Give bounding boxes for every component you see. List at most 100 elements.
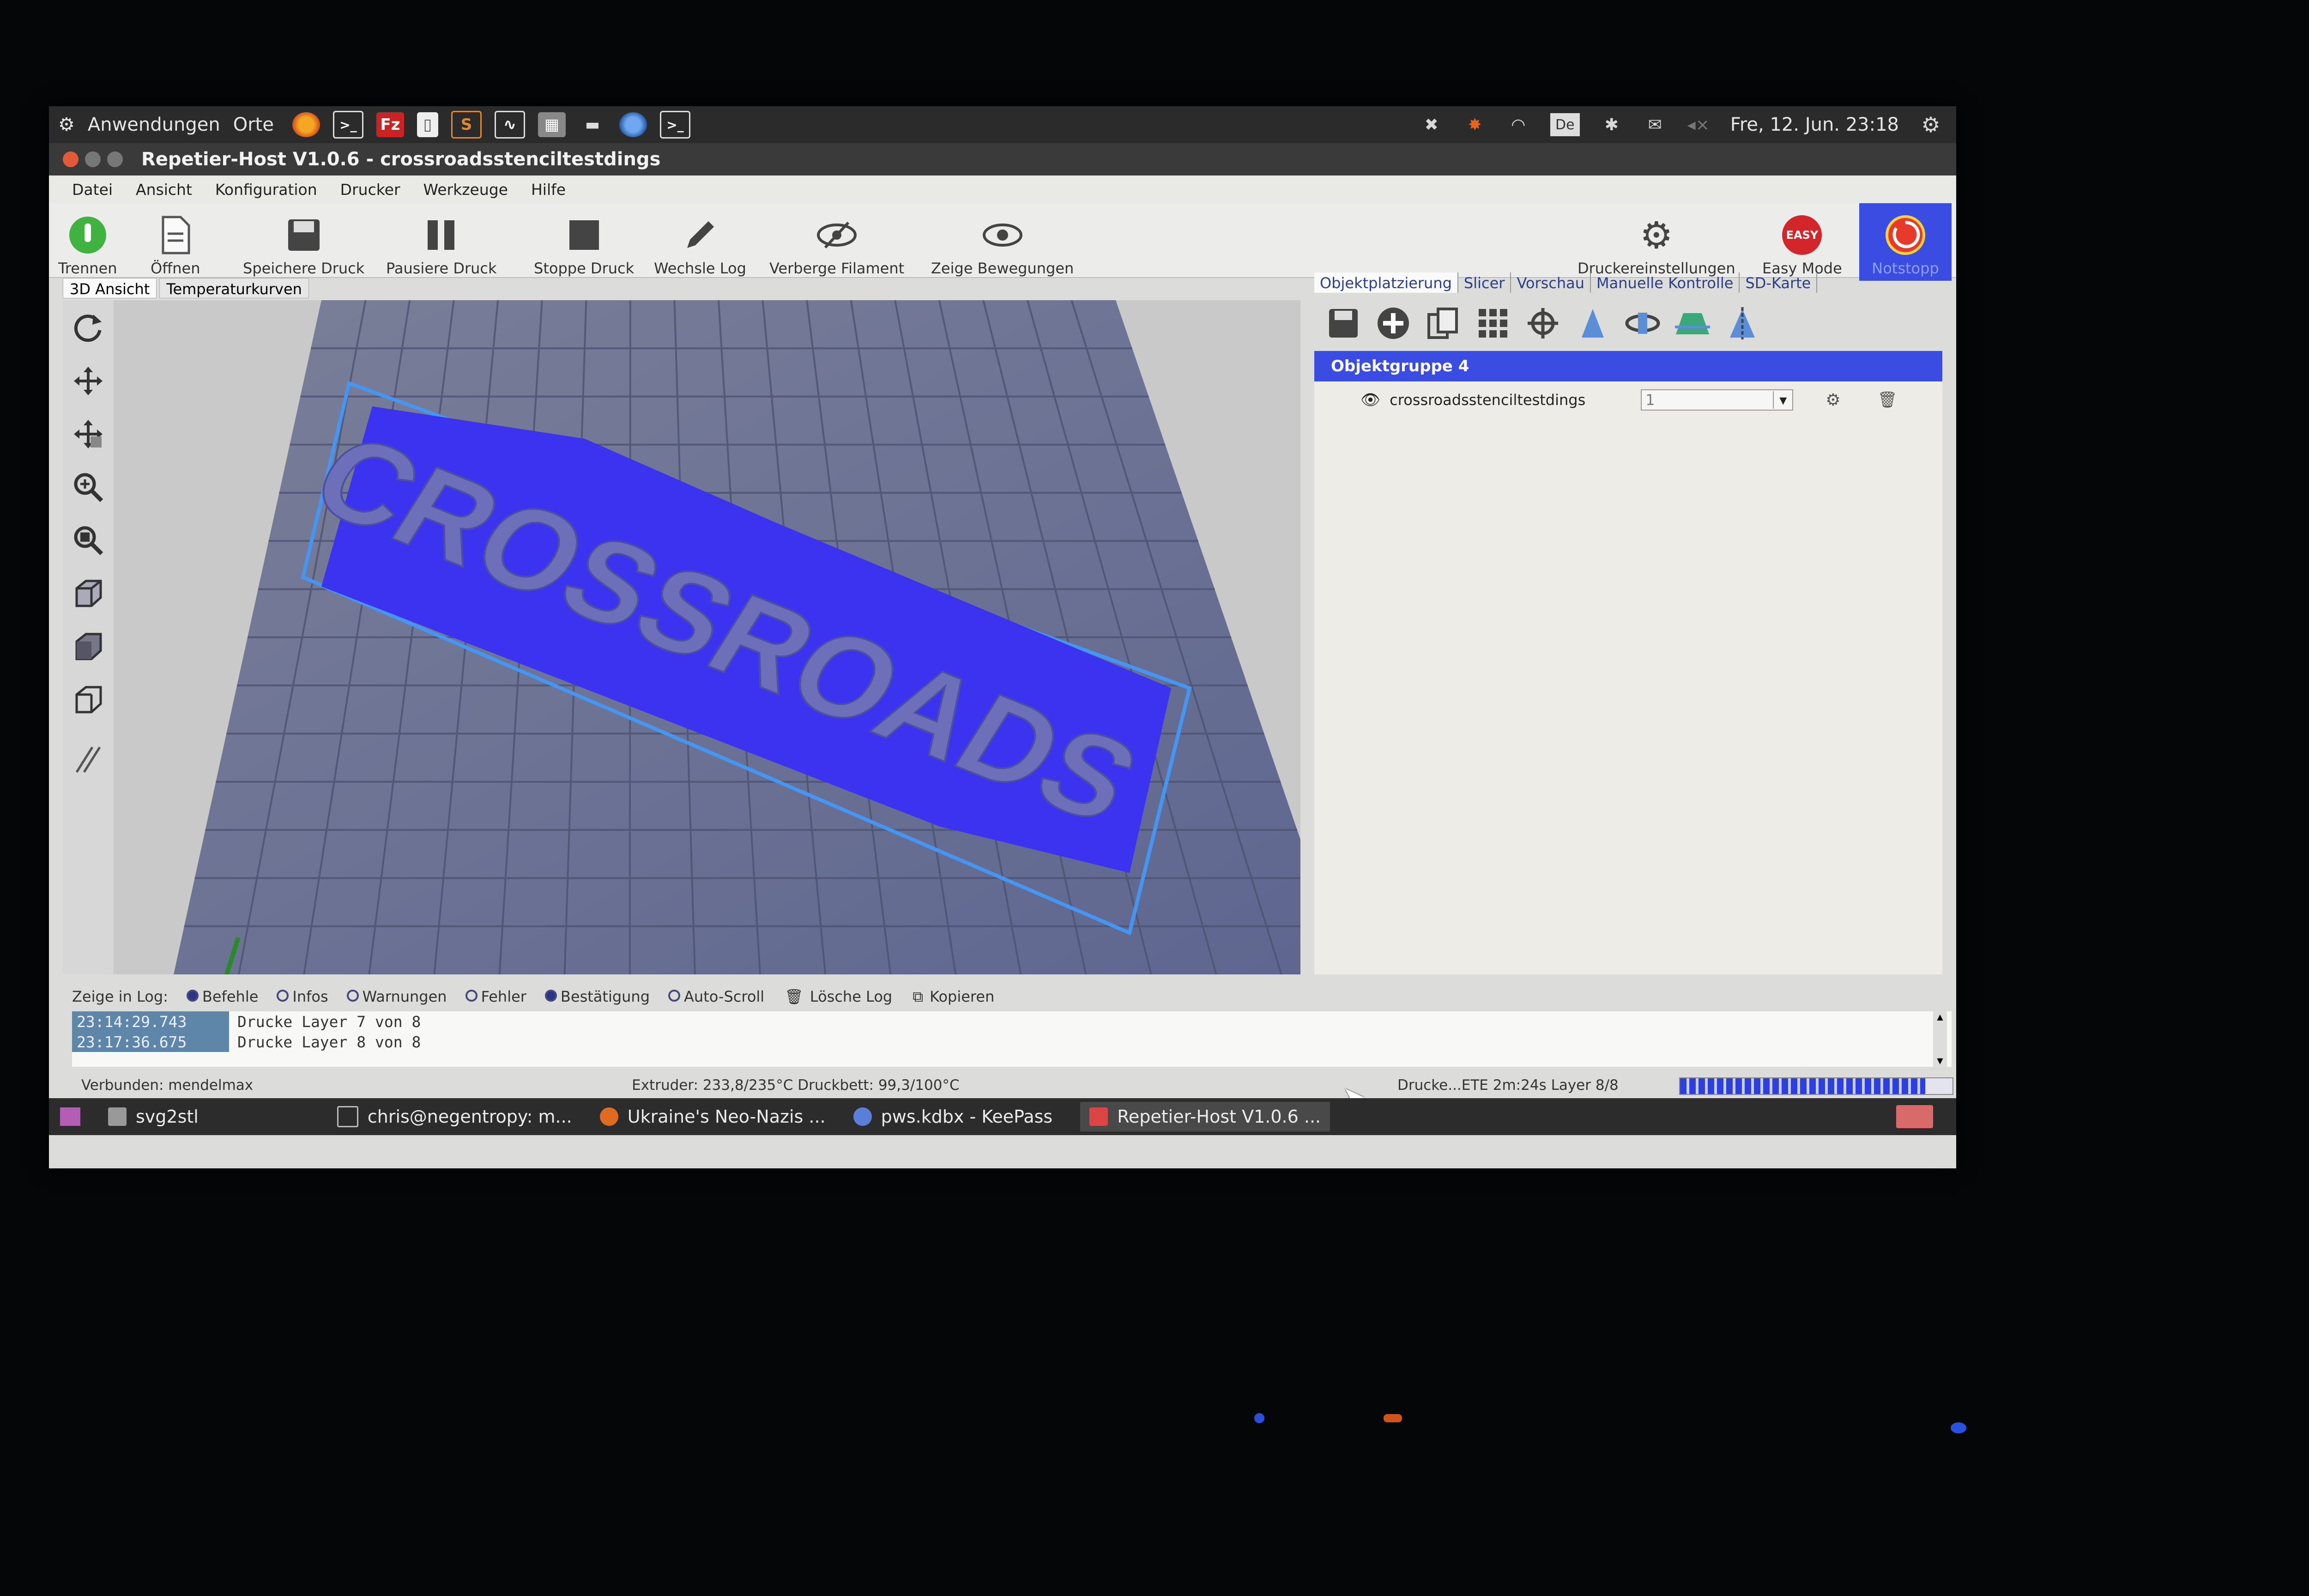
pause-job-button[interactable]: Pausiere Druck — [386, 203, 497, 281]
tray-repetier-icon[interactable] — [1896, 1105, 1933, 1128]
menu-datei[interactable]: Datei — [72, 181, 113, 199]
object-settings-gear-icon[interactable]: ⚙ — [1825, 391, 1840, 410]
log-option-befehle[interactable]: Befehle — [175, 988, 258, 1005]
terminal2-icon[interactable]: >_ — [659, 111, 690, 139]
clock[interactable]: Fre, 12. Jun. 23:18 — [1730, 114, 1899, 135]
volume-icon[interactable]: ◂× — [1687, 113, 1710, 136]
disconnect-button[interactable]: Trennen — [58, 203, 117, 281]
show-desktop-icon[interactable] — [60, 1107, 80, 1126]
log-option-bestaetigung[interactable]: Bestätigung — [533, 988, 650, 1005]
printer-settings-button[interactable]: ⚙ Druckereinstellungen — [1578, 203, 1735, 281]
eye-icon — [982, 214, 1023, 256]
visibility-eye-icon[interactable]: 👁 — [1360, 391, 1380, 409]
show-travel-button[interactable]: Zeige Bewegungen — [931, 203, 1074, 281]
stop-job-button[interactable]: Stoppe Druck — [534, 203, 634, 281]
copies-dropdown[interactable]: 1 ▾ — [1641, 389, 1794, 411]
3d-viewport[interactable]: CROSSROADS — [63, 300, 1300, 974]
tab-3d-view[interactable]: 3D Ansicht — [63, 278, 157, 298]
save-job-button[interactable]: Speichere Druck — [243, 203, 364, 281]
window-title: Repetier-Host V1.0.6 - crossroadsstencil… — [141, 149, 661, 170]
tab-object-placement[interactable]: Objektplatzierung — [1314, 272, 1458, 293]
cut-object-icon[interactable] — [1673, 303, 1712, 343]
apps-menu-icon[interactable]: ⚙ — [58, 114, 75, 135]
log-scrollbar[interactable]: ▲ ▼ — [1933, 1011, 1947, 1067]
rotate-object-icon[interactable] — [1623, 303, 1662, 343]
mirror-object-icon[interactable] — [1723, 303, 1762, 343]
taskbar-item[interactable]: pws.kdbx - KeePass — [853, 1106, 1052, 1127]
autoplace-grid-icon[interactable] — [1473, 303, 1513, 343]
scroll-up-icon[interactable]: ▲ — [1937, 1011, 1943, 1023]
log-option-warnungen[interactable]: Warnungen — [335, 988, 447, 1005]
menu-ansicht[interactable]: Ansicht — [136, 181, 192, 199]
copy-log-button[interactable]: ⧉ Kopieren — [913, 988, 994, 1006]
log-area[interactable]: 23:14:29.743 Drucke Layer 7 von 8 23:17:… — [72, 1011, 1952, 1067]
toggle-log-button[interactable]: Wechsle Log — [654, 203, 746, 281]
wireframe-view-icon[interactable] — [70, 681, 107, 718]
print-progress-fill — [1680, 1078, 1925, 1094]
copy-object-icon[interactable] — [1423, 303, 1463, 343]
taskbar-item[interactable]: Ukraine's Neo-Nazis ... — [599, 1106, 826, 1127]
mail-icon[interactable]: ✉ — [1644, 113, 1667, 136]
printer-icon[interactable]: ▬ — [579, 112, 606, 137]
front-view-icon[interactable] — [70, 628, 107, 665]
taskbar-item[interactable]: svg2stl — [108, 1106, 199, 1127]
tab-preview[interactable]: Vorschau — [1511, 272, 1591, 293]
wifi-icon[interactable]: ◠ — [1507, 113, 1530, 136]
move-object-icon[interactable] — [70, 416, 107, 453]
print-bed-scene[interactable]: CROSSROADS — [63, 300, 1300, 974]
log-option-auto-scroll[interactable]: Auto-Scroll — [656, 988, 764, 1005]
log-option-fehler[interactable]: Fehler — [453, 988, 526, 1005]
tab-manual-control[interactable]: Manuelle Kontrolle — [1591, 272, 1740, 293]
update-icon[interactable]: ✸ — [1463, 113, 1487, 136]
settings-gear-icon[interactable]: ⚙ — [1919, 112, 1942, 137]
taskbar-item[interactable]: chris@negentropy: m... — [337, 1106, 572, 1127]
thunderbird-icon[interactable] — [619, 112, 647, 137]
parallel-projection-icon[interactable] — [70, 741, 107, 778]
firefox-icon[interactable] — [292, 112, 320, 137]
log-option-infos[interactable]: Infos — [265, 988, 328, 1005]
dropbox-icon[interactable]: ✖ — [1420, 113, 1443, 136]
calculator-icon[interactable]: ▦ — [538, 112, 566, 137]
maximize-window-button[interactable] — [107, 151, 123, 167]
file-icon[interactable]: ▯ — [417, 112, 438, 137]
clear-log-button[interactable]: 🗑 Lösche Log — [785, 988, 892, 1005]
status-bar: Verbunden: mendelmax Extruder: 233,8/235… — [72, 1074, 1953, 1097]
zoom-icon[interactable] — [70, 469, 107, 506]
bluetooth-icon[interactable]: ✱ — [1600, 113, 1623, 136]
add-object-icon[interactable] — [1373, 303, 1413, 343]
reset-view-icon[interactable] — [70, 309, 107, 346]
delete-object-trash-icon[interactable]: 🗑 — [1878, 391, 1898, 409]
hide-filament-button[interactable]: Verberge Filament — [769, 203, 904, 281]
menu-konfiguration[interactable]: Konfiguration — [215, 181, 317, 199]
zoom-fit-icon[interactable] — [70, 522, 107, 559]
main-toolbar: Trennen Öffnen Speichere Druck Pausiere … — [49, 203, 1956, 281]
keyboard-layout-indicator[interactable]: De — [1550, 113, 1580, 136]
center-object-icon[interactable] — [1523, 303, 1563, 343]
taskbar-item-active[interactable]: Repetier-Host V1.0.6 ... — [1080, 1102, 1330, 1131]
tab-temperature-curves[interactable]: Temperaturkurven — [159, 278, 309, 298]
apps-menu[interactable]: Anwendungen — [88, 114, 220, 135]
menu-hilfe[interactable]: Hilfe — [531, 181, 566, 199]
easy-mode-button[interactable]: EASY Easy Mode — [1762, 203, 1842, 281]
system-monitor-icon[interactable]: ∿ — [494, 111, 525, 139]
tab-slicer[interactable]: Slicer — [1458, 272, 1511, 293]
terminal-icon[interactable]: >_ — [332, 111, 363, 139]
close-window-button[interactable] — [63, 151, 79, 167]
menu-werkzeuge[interactable]: Werkzeuge — [423, 181, 508, 199]
slic3r-icon[interactable]: S — [451, 111, 482, 139]
menu-drucker[interactable]: Drucker — [340, 181, 400, 199]
open-button[interactable]: Öffnen — [151, 203, 200, 281]
filezilla-icon[interactable]: Fz — [376, 112, 404, 137]
emergency-stop-button[interactable]: Notstopp — [1859, 203, 1952, 281]
places-menu[interactable]: Orte — [233, 114, 274, 135]
tab-sd-card[interactable]: SD-Karte — [1740, 272, 1818, 293]
move-view-icon[interactable] — [70, 363, 107, 399]
scroll-down-icon[interactable]: ▼ — [1937, 1055, 1943, 1067]
isometric-view-icon[interactable] — [70, 575, 107, 612]
object-row[interactable]: 👁 crossroadsstenciltestdings 1 ▾ ⚙ 🗑 — [1314, 386, 1942, 414]
gears-icon: ⚙ — [1639, 213, 1673, 257]
save-object-icon[interactable] — [1324, 303, 1363, 343]
object-group-header[interactable]: Objektgruppe 4 — [1314, 351, 1942, 381]
minimize-window-button[interactable] — [85, 151, 101, 167]
scale-object-icon[interactable] — [1573, 303, 1613, 343]
